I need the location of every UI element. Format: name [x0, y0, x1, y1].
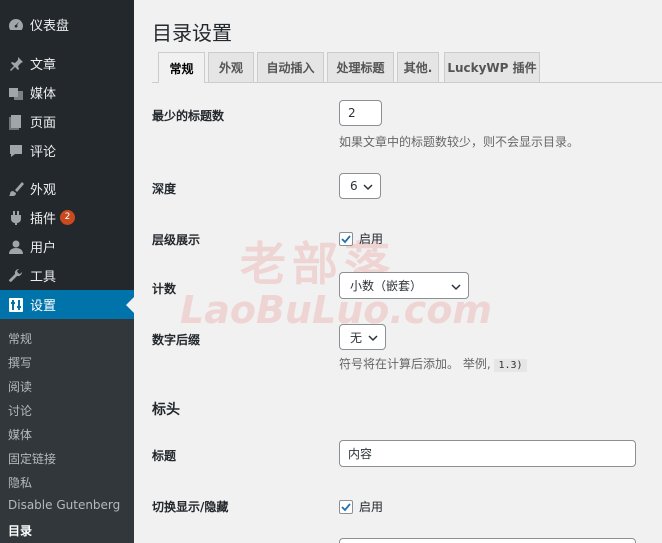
submenu-item-disable-gutenberg[interactable]: Disable Gutenberg — [8, 498, 120, 512]
tab-process-headings[interactable]: 处理标题 — [327, 52, 394, 82]
settings-submenu: 常规 撰写 阅读 讨论 媒体 固定链接 隐私 Disable Gutenberg… — [0, 319, 134, 543]
tab-misc[interactable]: 其他. — [397, 52, 439, 82]
settings-icon — [6, 297, 26, 313]
title-label: 标题 — [152, 449, 177, 463]
numeration-suffix-value: 无 — [350, 330, 363, 345]
sidebar-item-users[interactable]: 用户 — [0, 232, 134, 261]
chevron-down-icon — [368, 332, 378, 346]
toggle-option: 启用 — [339, 498, 383, 515]
tab-luckywp-plugins[interactable]: LuckyWP 插件 — [444, 52, 540, 82]
tab-auto-insert[interactable]: 自动插入 — [257, 52, 324, 82]
hierarchical-option: 启用 — [339, 230, 383, 247]
sidebar-item-label: 工具 — [30, 270, 57, 285]
title-input[interactable]: 内容 — [339, 440, 636, 467]
dashboard-icon — [6, 17, 26, 33]
tabs-divider — [152, 82, 662, 83]
sidebar-item-label: 页面 — [30, 116, 57, 131]
media-icon — [6, 85, 26, 101]
user-icon — [6, 239, 26, 255]
numeration-label: 计数 — [152, 282, 177, 296]
brush-icon — [6, 181, 26, 197]
toggle-checkbox[interactable] — [339, 499, 353, 514]
pin-icon — [6, 56, 26, 72]
toggle-checkbox-label: 启用 — [359, 500, 384, 514]
sidebar-item-label: 插件 — [30, 212, 57, 227]
chevron-down-icon — [363, 181, 373, 195]
title-value: 内容 — [348, 447, 373, 461]
numeration-select[interactable]: 小数（嵌套） — [339, 272, 469, 299]
sidebar-item-tools[interactable]: 工具 — [0, 261, 134, 290]
sidebar-item-comments[interactable]: 评论 — [0, 136, 134, 165]
sidebar-item-label: 评论 — [30, 145, 57, 160]
comment-icon — [6, 143, 26, 159]
numeration-suffix-desc-text: 符号将在计算后添加。 举例, — [339, 357, 491, 371]
sidebar-item-plugins[interactable]: 插件 2 — [0, 203, 134, 232]
next-field-input[interactable] — [339, 538, 636, 543]
numeration-suffix-description: 符号将在计算后添加。 举例, 1.3) — [339, 355, 527, 372]
checkmark-icon — [341, 502, 351, 511]
active-indicator — [126, 296, 134, 313]
min-headings-input[interactable]: 2 — [339, 100, 382, 126]
sidebar-item-label: 外观 — [30, 183, 57, 198]
submenu-item-reading[interactable]: 阅读 — [8, 378, 32, 395]
tab-appearance[interactable]: 外观 — [208, 52, 254, 82]
sidebar-item-appearance[interactable]: 外观 — [0, 174, 134, 203]
submenu-item-media[interactable]: 媒体 — [8, 426, 32, 443]
depth-select[interactable]: 6 — [339, 173, 381, 199]
sidebar-item-settings[interactable]: 设置 — [0, 290, 134, 319]
sidebar-item-pages[interactable]: 页面 — [0, 107, 134, 136]
sidebar-item-label: 媒体 — [30, 87, 57, 102]
header-section-heading: 标头 — [152, 402, 180, 418]
sidebar-item-posts[interactable]: 文章 — [0, 49, 134, 78]
numeration-suffix-example: 1.3) — [494, 359, 527, 372]
depth-label: 深度 — [152, 182, 177, 196]
sidebar-item-label: 文章 — [30, 58, 57, 73]
tab-general[interactable]: 常规 — [158, 52, 205, 83]
page-title: 目录设置 — [152, 21, 232, 45]
submenu-item-discussion[interactable]: 讨论 — [8, 402, 32, 419]
submenu-item-permalinks[interactable]: 固定链接 — [8, 450, 56, 467]
chevron-down-icon — [451, 281, 461, 295]
sidebar-item-label: 设置 — [30, 299, 57, 314]
min-headings-description: 如果文章中的标题数较少，则不会显示目录。 — [339, 135, 580, 149]
submenu-item-toc[interactable]: 目录 — [8, 522, 32, 539]
hierarchical-label: 层级展示 — [152, 233, 201, 247]
submenu-item-general[interactable]: 常规 — [8, 330, 32, 347]
page-icon — [6, 114, 26, 130]
hierarchical-checkbox-label: 启用 — [359, 232, 384, 246]
submenu-item-privacy[interactable]: 隐私 — [8, 474, 32, 491]
toggle-label: 切换显示/隐藏 — [152, 500, 229, 514]
numeration-value: 小数（嵌套） — [350, 279, 423, 293]
submenu-item-writing[interactable]: 撰写 — [8, 354, 32, 371]
update-count-badge: 2 — [60, 210, 76, 225]
sidebar-item-media[interactable]: 媒体 — [0, 78, 134, 107]
sidebar-item-label: 仪表盘 — [30, 19, 70, 34]
hierarchical-checkbox[interactable] — [339, 231, 353, 246]
wrench-icon — [6, 268, 26, 284]
admin-sidebar: 仪表盘 文章 媒体 页面 评论 外观 插件 2 用户 工具 设置 常规 撰写 阅… — [0, 0, 134, 543]
plugin-icon — [6, 210, 26, 226]
min-headings-value: 2 — [348, 106, 356, 120]
sidebar-item-dashboard[interactable]: 仪表盘 — [0, 10, 134, 39]
numeration-suffix-label: 数字后缀 — [152, 333, 201, 347]
sidebar-item-label: 用户 — [30, 241, 57, 256]
checkmark-icon — [341, 234, 351, 243]
numeration-suffix-select[interactable]: 无 — [339, 324, 386, 350]
depth-value: 6 — [350, 179, 358, 193]
min-headings-label: 最少的标题数 — [152, 109, 225, 123]
